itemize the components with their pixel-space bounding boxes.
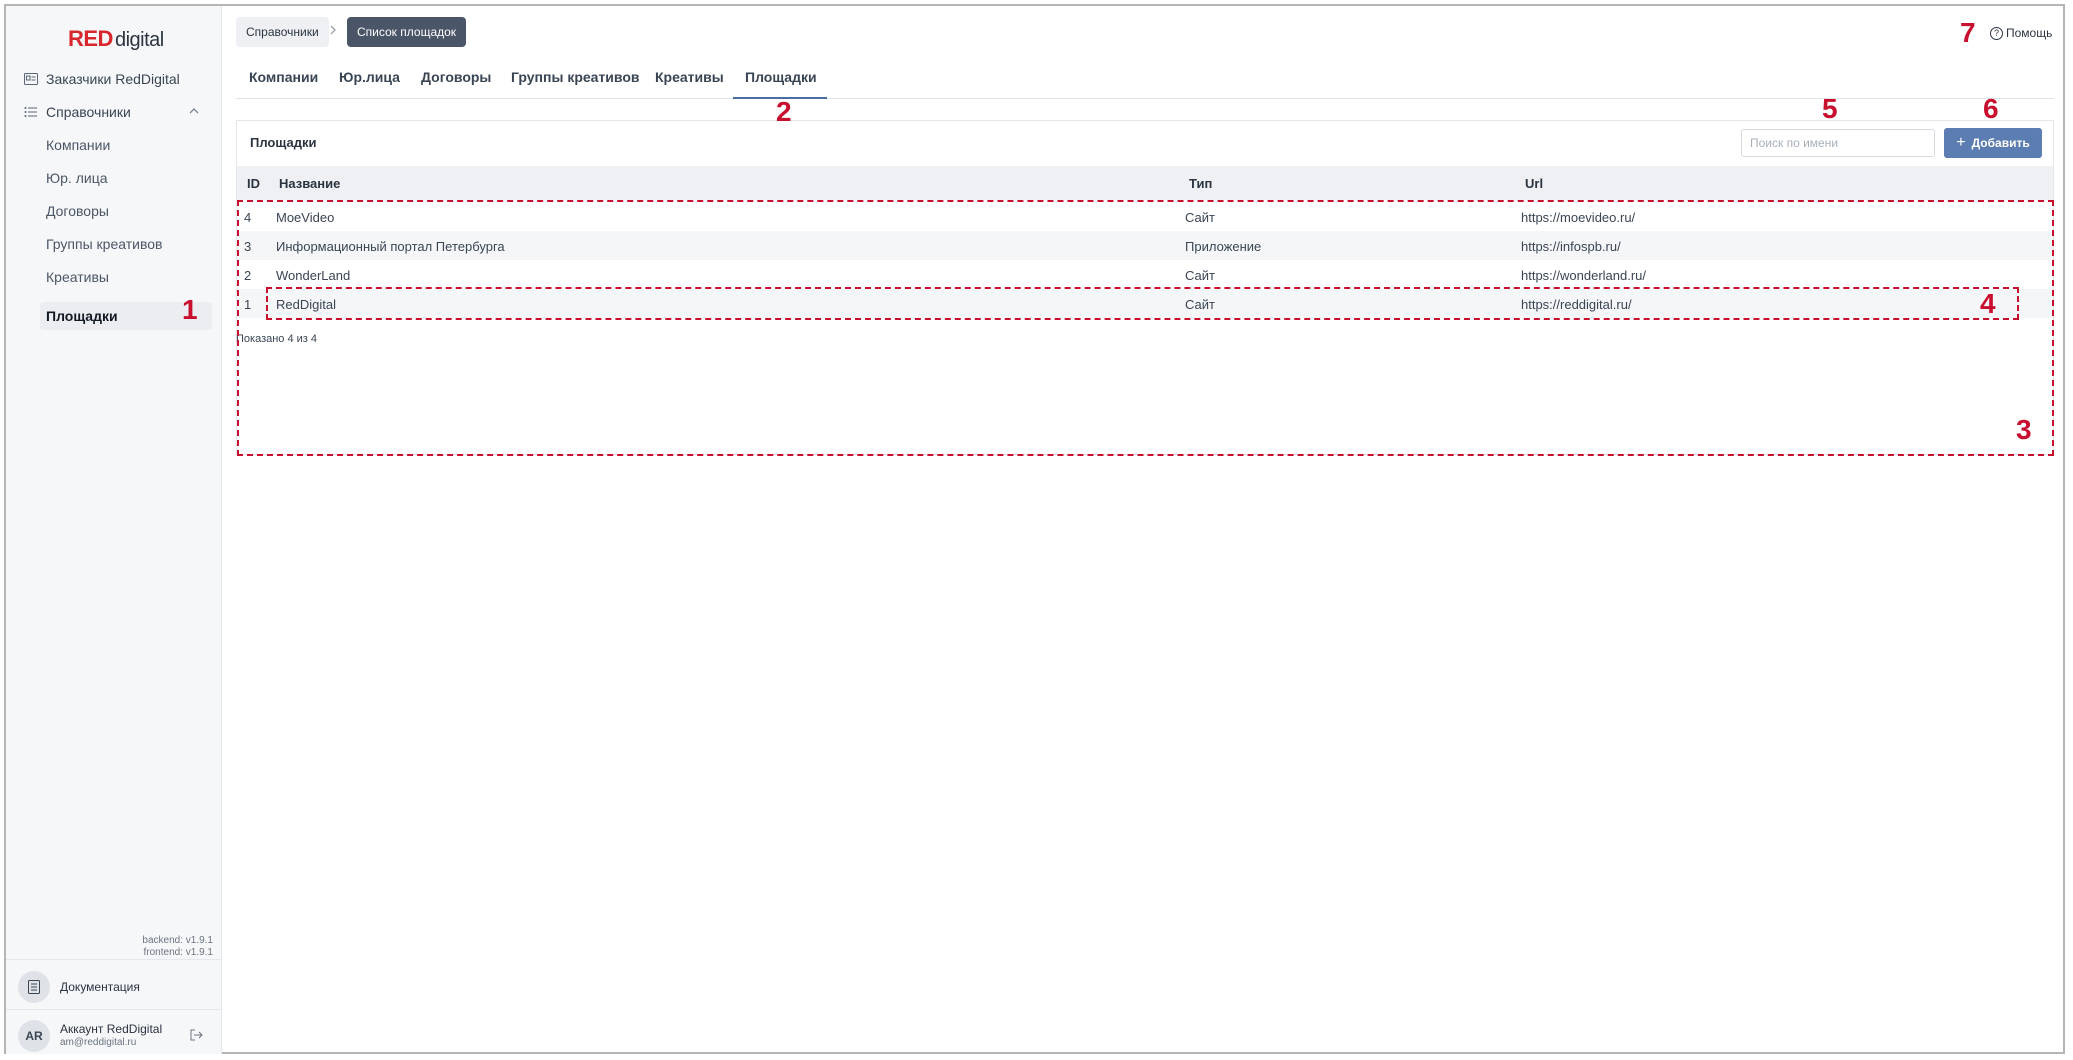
- add-button[interactable]: + Добавить: [1944, 128, 2042, 158]
- sidebar-item-label: Заказчики RedDigital: [46, 71, 180, 87]
- chevron-right-icon: [330, 24, 336, 38]
- logo: RED digital: [68, 26, 164, 52]
- sidebar-item-label: Справочники: [46, 104, 131, 120]
- sidebar-sub-platforms[interactable]: Площадки: [46, 302, 118, 330]
- help-label: Помощь: [2006, 26, 2053, 40]
- sidebar-divider: [6, 959, 222, 960]
- breadcrumb-parent[interactable]: Справочники: [236, 17, 329, 47]
- account-block[interactable]: AR Аккаунт RedDigital am@reddigital.ru: [18, 1020, 162, 1052]
- column-header-name[interactable]: Название: [279, 176, 340, 191]
- annotation-marker: 6: [1983, 93, 1999, 124]
- backend-version: backend: v1.9.1: [142, 935, 213, 946]
- sidebar-sub-legal-entities[interactable]: Юр. лица: [46, 170, 108, 186]
- docs-link[interactable]: Документация: [18, 971, 140, 1003]
- search-input[interactable]: [1741, 129, 1935, 157]
- sidebar-divider: [6, 1009, 222, 1010]
- help-link[interactable]: ? Помощь: [1990, 26, 2052, 40]
- logo-digital: digital: [114, 29, 164, 51]
- tab-creative-groups[interactable]: Группы креативов: [511, 69, 640, 85]
- document-icon: [18, 971, 50, 1003]
- annotation-marker: 2: [776, 96, 792, 127]
- plus-icon: +: [1956, 134, 1966, 151]
- annotation-box-table: [237, 200, 2054, 456]
- tabs-divider: [236, 98, 2054, 99]
- column-header-url[interactable]: Url: [1525, 176, 1543, 191]
- frontend-version: frontend: v1.9.1: [143, 947, 214, 958]
- sidebar-sub-companies[interactable]: Компании: [46, 137, 110, 153]
- avatar: AR: [18, 1020, 50, 1052]
- tab-legal-entities[interactable]: Юр.лица: [339, 69, 400, 85]
- sidebar-sub-contracts[interactable]: Договоры: [46, 203, 109, 219]
- annotation-marker: 3: [2016, 414, 2032, 445]
- sidebar-sub-creatives[interactable]: Креативы: [46, 269, 109, 285]
- account-email: am@reddigital.ru: [60, 1037, 137, 1048]
- sidebar-sub-creative-groups[interactable]: Группы креативов: [46, 236, 162, 252]
- logo-red: RED: [68, 26, 113, 51]
- tab-contracts[interactable]: Договоры: [421, 69, 491, 85]
- sidebar-item-directories[interactable]: Справочники: [24, 104, 131, 120]
- annotation-marker: 7: [1960, 17, 1976, 48]
- breadcrumb-current: Список площадок: [347, 17, 467, 47]
- id-card-icon: [24, 72, 38, 86]
- panel-title: Площадки: [250, 135, 317, 150]
- column-header-id[interactable]: ID: [247, 176, 260, 191]
- account-name: Аккаунт RedDigital: [60, 1022, 163, 1036]
- table-header: [237, 166, 2053, 200]
- tab-platforms[interactable]: Площадки: [745, 69, 817, 85]
- logout-icon[interactable]: [190, 1028, 203, 1044]
- annotation-marker: 5: [1822, 93, 1838, 124]
- list-icon: [24, 105, 38, 119]
- annotation-marker: 4: [1980, 288, 1996, 319]
- tab-creatives[interactable]: Креативы: [655, 69, 724, 85]
- annotation-marker: 1: [182, 294, 198, 325]
- tab-companies[interactable]: Компании: [249, 69, 318, 85]
- sidebar-item-customers[interactable]: Заказчики RedDigital: [24, 71, 180, 87]
- add-button-label: Добавить: [1971, 136, 2030, 150]
- sidebar: RED digital Заказчики RedDigital Справочн…: [6, 6, 222, 1054]
- annotation-box-row: [266, 287, 2019, 320]
- chevron-up-icon[interactable]: [189, 105, 199, 117]
- question-icon: ?: [1990, 26, 2003, 40]
- column-header-type[interactable]: Тип: [1189, 176, 1212, 191]
- version-info: backend: v1.9.1 frontend: v1.9.1: [142, 935, 213, 959]
- docs-label: Документация: [60, 980, 140, 994]
